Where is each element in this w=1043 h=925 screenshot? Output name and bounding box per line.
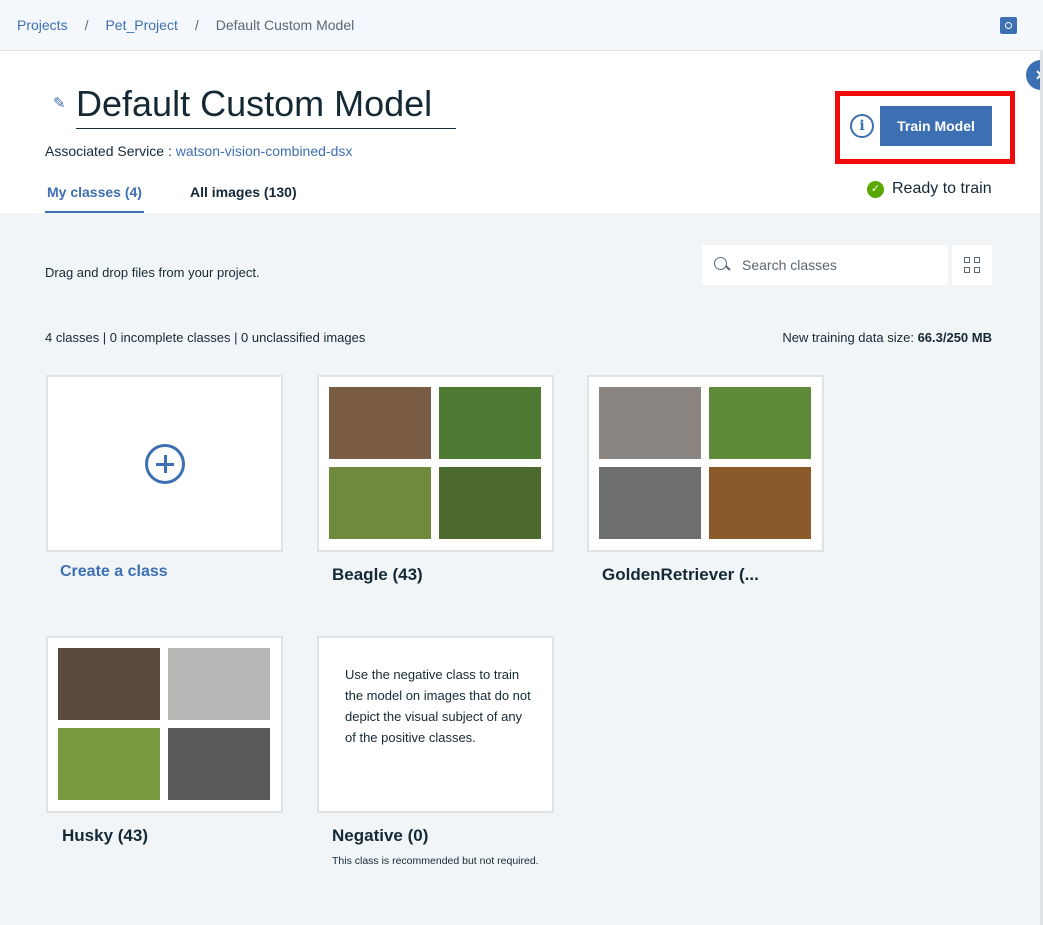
add-icon[interactable] [145,444,185,484]
create-class-card[interactable] [46,375,283,552]
breadcrumb-project-link[interactable]: Pet_Project [105,17,177,33]
breadcrumb-current: Default Custom Model [215,17,355,33]
tab-all-images[interactable]: All images (130) [190,184,297,213]
model-header: ✎ Default Custom Model Associated Servic… [0,51,1040,213]
thumbnail-image [58,648,160,720]
class-card-goldenretriever[interactable] [587,375,824,552]
check-icon: ✓ [867,180,884,198]
search-icon [714,257,730,273]
breadcrumb: Projects / Pet_Project / Default Custom … [17,17,354,33]
dragdrop-hint: Drag and drop files from your project. [45,265,260,280]
status-text: Ready to train [892,180,992,197]
class-label-goldenretriever: GoldenRetriever (... [602,565,759,584]
thumbnail-image [168,648,270,720]
grid-view-cell [974,257,980,263]
top-bar: Projects / Pet_Project / Default Custom … [0,0,1043,51]
thumbnail-grid [58,648,271,800]
class-label-husky: Husky (43) [62,826,148,845]
create-class-link[interactable]: Create a class [60,563,168,581]
thumbnail-image [599,467,701,539]
thumbnail-image [58,728,160,800]
thumbnail-image [439,467,541,539]
class-card-negative[interactable]: Use the negative class to train the mode… [317,636,554,813]
data-size: New training data size: 66.3/250 MB [782,330,992,345]
breadcrumb-separator: / [194,17,199,33]
grid-view-cell [974,267,980,273]
thumbnail-grid [329,387,542,539]
class-card-husky[interactable] [46,636,283,813]
class-label-negative: Negative (0) [332,826,429,845]
thumbnail-image [709,467,811,539]
grid-view-cell [964,267,970,273]
title-field[interactable]: Default Custom Model [76,81,456,129]
negative-note: This class is recommended but not requir… [332,855,539,867]
class-label-beagle: Beagle (43) [332,565,423,584]
breadcrumb-projects-link[interactable]: Projects [17,17,68,33]
page-title: Default Custom Model [76,83,433,124]
breadcrumb-separator: / [84,17,89,33]
thumbnail-image [439,387,541,459]
negative-description: Use the negative class to train the mode… [345,667,531,745]
data-size-label: New training data size: [782,330,914,345]
class-card-beagle[interactable] [317,375,554,552]
class-stats: 4 classes | 0 incomplete classes | 0 unc… [45,330,366,345]
thumbnail-image [329,467,431,539]
grid-view-icon[interactable] [952,245,992,285]
associated-service-label: Associated Service : [45,143,172,159]
train-model-button[interactable]: Train Model [880,106,992,146]
thumbnail-image [599,387,701,459]
search-input[interactable] [742,257,932,273]
status-ready: ✓ Ready to train [867,180,992,198]
grid-view-cell [964,257,970,263]
thumbnail-image [329,387,431,459]
edit-icon[interactable]: ✎ [53,96,69,112]
tab-my-classes[interactable]: My classes (4) [45,184,144,213]
settings-icon[interactable] [1000,17,1017,34]
info-icon[interactable]: i [850,114,874,138]
thumbnail-image [168,728,270,800]
data-size-value: 66.3/250 MB [917,330,992,345]
associated-service: Associated Service : watson-vision-combi… [45,143,352,159]
search-box[interactable] [702,245,948,285]
thumbnail-grid [599,387,812,539]
associated-service-link[interactable]: watson-vision-combined-dsx [176,143,353,159]
thumbnail-image [709,387,811,459]
